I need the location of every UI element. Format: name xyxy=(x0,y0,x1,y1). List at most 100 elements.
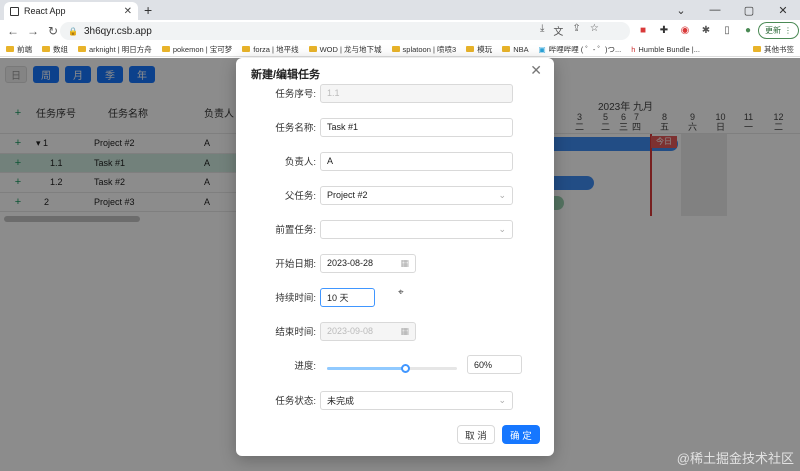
start-date-picker[interactable]: 2023-08-28 ▦ xyxy=(320,253,416,273)
mouse-cursor: ⌖ xyxy=(398,287,404,298)
bookmark-label: 前端 xyxy=(17,44,32,54)
bookmark-item[interactable]: NBA xyxy=(502,45,529,54)
bookmark-item[interactable]: forza | 地平线 xyxy=(242,44,299,55)
bookmark-item[interactable]: ▣ 哔哩哔哩 ( ゜- ゜)つ... xyxy=(539,44,622,55)
bilibili-icon: ▣ xyxy=(538,44,546,54)
bookmark-label: 数组 xyxy=(53,44,68,54)
bookmark-item[interactable]: splatoon | 喷喷3 xyxy=(391,44,456,55)
end-date-value: 2023-09-08 xyxy=(327,326,374,336)
label-start: 开始日期: xyxy=(275,259,316,270)
cancel-button[interactable]: 取 消 xyxy=(457,425,495,444)
window-controls: ⌄ — ▢ ✕ xyxy=(664,0,800,20)
sidebar-icon[interactable]: ▯ xyxy=(720,23,734,37)
progress-input[interactable]: 60% xyxy=(467,355,522,374)
form-row-end: 结束时间: 2023-09-08 ▦ xyxy=(236,321,554,341)
bookmark-label: 哔哩哔哩 ( ゜- ゜)つ... xyxy=(548,44,622,54)
bookmark-item[interactable]: 前端 xyxy=(6,44,32,55)
minimize-icon[interactable]: — xyxy=(698,0,732,20)
install-icon[interactable]: ⤓ xyxy=(540,23,544,38)
bookmark-item[interactable]: h Humble Bundle |... xyxy=(631,45,700,54)
duration-input[interactable]: 10 天 xyxy=(320,287,375,307)
browser-toolbar: ← → ↻ 🔒 3h6qyr.csb.app ⤓ 文 ⇪ ☆ ■ ✚ ◉ ✱ ▯… xyxy=(0,20,800,42)
bookmark-item[interactable]: 模玩 xyxy=(466,44,492,55)
reload-icon[interactable]: ↻ xyxy=(46,24,60,38)
task-name-input[interactable]: Task #1 xyxy=(320,117,513,137)
form-row-owner: 负责人: A xyxy=(236,151,554,171)
tab-title: React App xyxy=(24,6,66,16)
modal-title: 新建/编辑任务 xyxy=(251,69,321,81)
browser-tab[interactable]: React App ✕ xyxy=(4,2,138,20)
update-button[interactable]: 更新 ⋮ xyxy=(758,22,799,39)
slider-handle[interactable] xyxy=(401,364,410,373)
close-icon[interactable]: ✕ xyxy=(530,62,542,79)
forward-icon[interactable]: → xyxy=(26,24,40,38)
parent-task-select[interactable]: Project #2 ⌄ xyxy=(320,185,513,205)
label-duration: 持续时间: xyxy=(275,293,316,304)
seq-input: 1.1 xyxy=(320,83,513,103)
end-date-picker: 2023-09-08 ▦ xyxy=(320,321,416,341)
predecessor-select[interactable]: ⌄ xyxy=(320,219,513,239)
maximize-icon[interactable]: ▢ xyxy=(732,0,766,20)
translate-icon[interactable]: 文 xyxy=(553,23,563,38)
bookmark-label: pokemon | 宝可梦 xyxy=(172,44,233,54)
owner-input[interactable]: A xyxy=(320,151,513,171)
calendar-icon: ▦ xyxy=(400,257,409,268)
bookmark-star-icon[interactable]: ☆ xyxy=(590,23,599,38)
bookmark-item[interactable]: arknight | 明日方舟 xyxy=(78,44,152,55)
task-edit-modal: 新建/编辑任务 ✕ 任务序号: 1.1 任务名称: Task #1 负责人: A… xyxy=(236,58,554,456)
folder-icon xyxy=(502,46,511,52)
folder-icon xyxy=(6,46,14,52)
label-owner: 负责人: xyxy=(284,157,316,168)
form-row-seq: 任务序号: 1.1 xyxy=(236,83,554,103)
bookmark-item[interactable]: pokemon | 宝可梦 xyxy=(161,44,233,55)
form-row-predecessor: 前置任务: ⌄ xyxy=(236,219,554,239)
bookmark-label: 其他书签 xyxy=(764,44,794,54)
bookmark-item[interactable]: 数组 xyxy=(42,44,68,55)
duration-value: 10 天 xyxy=(327,292,349,303)
label-parent: 父任务: xyxy=(284,191,316,202)
seq-value: 1.1 xyxy=(327,88,340,98)
form-row-parent: 父任务: Project #2 ⌄ xyxy=(236,185,554,205)
address-bar-actions: ⤓ 文 ⇪ ☆ xyxy=(540,23,599,38)
folder-icon xyxy=(391,46,400,52)
form-row-status: 任务状态: 未完成 ⌄ xyxy=(236,390,554,410)
folder-icon xyxy=(753,46,761,52)
url-text: 3h6qyr.csb.app xyxy=(83,25,152,37)
form-row-duration: 持续时间: 10 天 xyxy=(236,287,554,307)
bookmark-label: forza | 地平线 xyxy=(253,44,299,54)
tab-search-icon[interactable]: ⌄ xyxy=(664,0,698,20)
puzzle-icon[interactable]: ✱ xyxy=(699,23,713,37)
bookmark-label: WOD | 龙与地下城 xyxy=(319,44,382,54)
close-window-icon[interactable]: ✕ xyxy=(766,0,800,20)
bookmark-label: Humble Bundle |... xyxy=(638,44,700,54)
folder-icon xyxy=(78,46,86,52)
bookmark-item[interactable]: 其他书签 xyxy=(753,44,794,55)
extension-icon[interactable]: ◉ xyxy=(678,23,692,37)
extension-icon[interactable]: ✚ xyxy=(657,23,671,37)
status-value: 未完成 xyxy=(327,395,355,406)
avatar[interactable]: ● xyxy=(741,23,755,37)
bookmark-item[interactable]: WOD | 龙与地下城 xyxy=(308,44,382,55)
ok-button[interactable]: 确 定 xyxy=(502,425,540,444)
status-select[interactable]: 未完成 ⌄ xyxy=(320,390,513,410)
extension-icon[interactable]: ■ xyxy=(636,23,650,37)
label-status: 任务状态: xyxy=(275,396,316,407)
progress-value: 60% xyxy=(474,359,493,370)
label-progress: 进度: xyxy=(294,361,316,372)
label-end: 结束时间: xyxy=(275,327,316,338)
chevron-down-icon: ⌄ xyxy=(498,223,506,234)
back-icon[interactable]: ← xyxy=(6,24,20,38)
chevron-down-icon: ⌄ xyxy=(498,394,506,405)
humble-icon: h xyxy=(631,44,636,54)
extensions: ■ ✚ ◉ ✱ ▯ ● xyxy=(636,23,755,37)
progress-slider[interactable] xyxy=(327,364,457,373)
new-tab-button[interactable]: + xyxy=(144,2,152,18)
calendar-icon: ▦ xyxy=(400,325,409,336)
lock-icon[interactable]: 🔒 xyxy=(68,27,78,36)
label-predecessor: 前置任务: xyxy=(275,225,316,236)
close-tab-icon[interactable]: ✕ xyxy=(124,6,132,17)
chevron-down-icon: ⌄ xyxy=(498,189,506,200)
share-icon[interactable]: ⇪ xyxy=(572,23,580,38)
folder-icon xyxy=(42,46,50,52)
folder-icon xyxy=(242,46,251,52)
